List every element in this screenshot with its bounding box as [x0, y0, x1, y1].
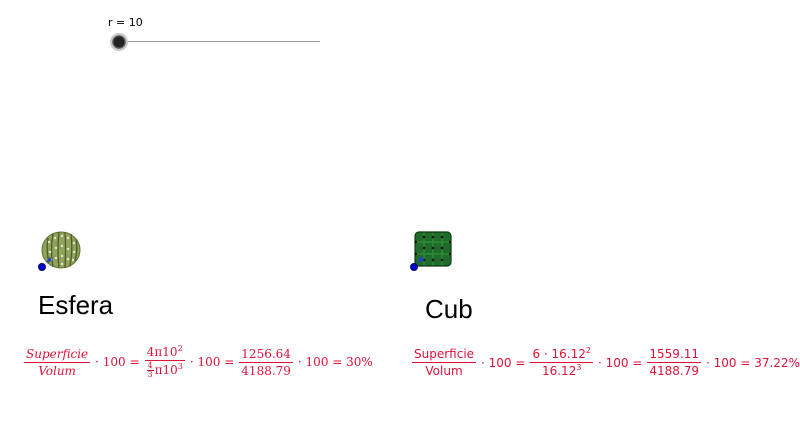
ratio-fraction: Superficie Volum	[24, 346, 91, 378]
surface-label: Superficie	[24, 346, 91, 363]
four-thirds: 43	[146, 362, 154, 379]
symbolic-fraction: 4π102 4 3 π103	[144, 344, 185, 379]
times-100: · 100 =	[95, 355, 140, 369]
numerator-exponent: 2	[585, 346, 591, 355]
denominator-base: π10	[154, 363, 178, 377]
volume-label: Volum	[38, 363, 76, 378]
times-100: · 100 =	[481, 355, 526, 370]
three: 3	[147, 370, 153, 379]
numerator-exponent: 2	[177, 344, 183, 353]
symbolic-numerator: 6 · 16.122	[530, 347, 593, 363]
round-cactus-icon	[41, 231, 81, 269]
volume-label: Volum	[425, 364, 463, 378]
slider-track[interactable]	[119, 41, 320, 42]
times-100: · 100 =	[189, 355, 235, 369]
slider-thumb[interactable]	[110, 33, 128, 51]
symbolic-fraction: 6 · 16.122 16.123	[530, 347, 593, 378]
volume-value: 4188.79	[241, 363, 291, 378]
symbolic-numerator: 4π102	[144, 344, 185, 361]
result: · 100 = 37.22%	[706, 355, 800, 370]
ratio-fraction: Superficie Volum	[412, 347, 477, 378]
cub-point[interactable]	[410, 263, 418, 271]
result: · 100 = 30%	[297, 355, 373, 369]
cube-cactus-icon	[414, 231, 452, 267]
symbolic-denominator: 4 3 π103	[145, 361, 185, 379]
cub-title: Cub	[425, 294, 473, 324]
times-100: · 100 =	[597, 355, 643, 370]
esfera-formula: Superficie Volum · 100 = 4π102 4 3 π103 · …	[22, 345, 376, 379]
esfera-title: Esfera	[38, 290, 114, 320]
numeric-fraction: 1559.11 4188.79	[647, 347, 701, 378]
symbolic-denominator: 16.123	[540, 363, 583, 379]
denominator-exponent: 3	[177, 362, 183, 371]
surface-label: Superficie	[412, 347, 477, 363]
slider-label: r = 10	[108, 16, 143, 29]
surface-value: 1256.64	[239, 346, 293, 363]
numeric-fraction: 1256.64 4188.79	[239, 347, 293, 378]
volume-value: 4188.79	[649, 364, 699, 378]
denominator-exponent: 3	[576, 363, 582, 372]
cub-formula: Superficie Volum · 100 = 6 · 16.122 16.1…	[410, 347, 800, 378]
surface-value: 1559.11	[647, 347, 701, 363]
denominator-base: 16.12	[541, 364, 577, 378]
esfera-point[interactable]	[38, 263, 46, 271]
numerator-base: 4π10	[146, 345, 178, 359]
numerator-base: 6 · 16.12	[532, 347, 586, 361]
